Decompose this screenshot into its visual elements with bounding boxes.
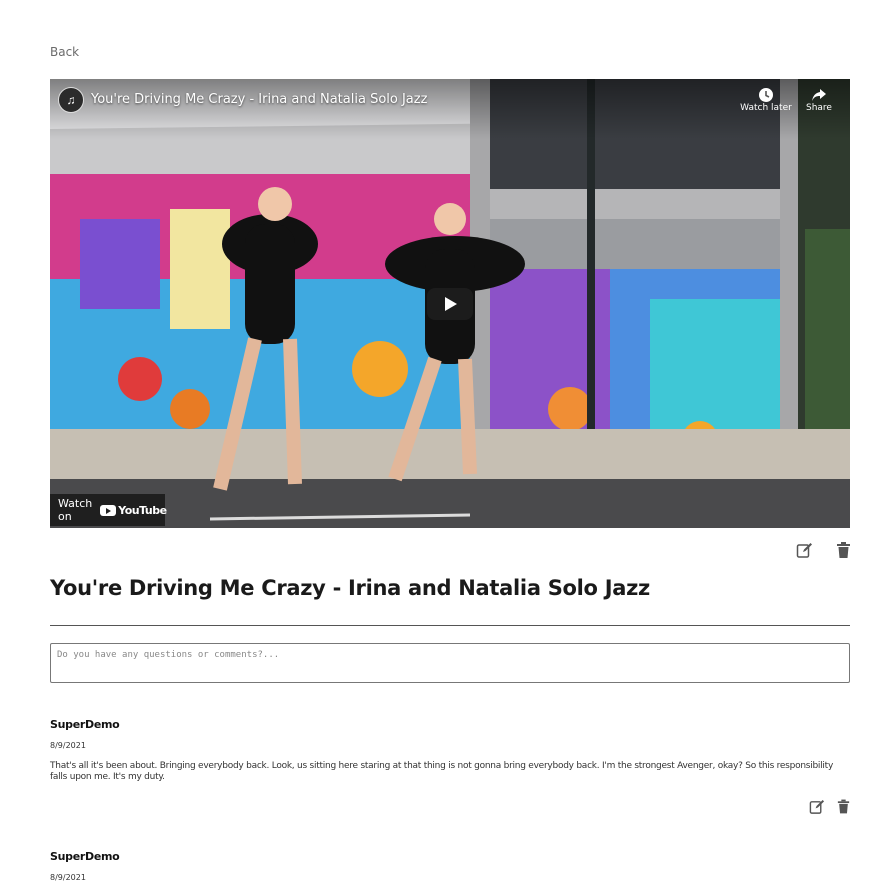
comment-input[interactable]: [50, 643, 850, 683]
back-link[interactable]: Back: [50, 45, 79, 59]
share-button[interactable]: Share: [791, 87, 847, 113]
comment-trash-icon[interactable]: [837, 799, 850, 814]
comment-author: SuperDemo: [50, 850, 120, 863]
share-arrow-icon: [812, 89, 826, 101]
watch-later-label: Watch later: [740, 103, 792, 113]
youtube-logo: YouTube: [100, 503, 167, 517]
post-title: You're Driving Me Crazy - Irina and Nata…: [50, 576, 650, 600]
channel-logo[interactable]: ♫: [58, 87, 84, 113]
comment-text: That's all it's been about. Bringing eve…: [50, 761, 834, 782]
comment-date: 8/9/2021: [50, 741, 86, 750]
youtube-play-icon: [100, 504, 117, 516]
comment-edit-icon[interactable]: [809, 799, 825, 815]
video-embed-title[interactable]: You're Driving Me Crazy - Irina and Nata…: [91, 92, 427, 107]
share-label: Share: [806, 103, 832, 113]
comment-author: SuperDemo: [50, 718, 120, 731]
watch-later-button[interactable]: Watch later: [738, 87, 794, 113]
divider: [50, 625, 850, 626]
play-button[interactable]: [427, 288, 473, 320]
trash-icon[interactable]: [836, 542, 851, 558]
watch-on-label: Watch on: [58, 497, 93, 523]
watch-on-youtube-button[interactable]: Watch on YouTube: [50, 494, 167, 526]
clock-icon: [759, 88, 773, 102]
youtube-wordmark: YouTube: [118, 503, 167, 517]
edit-icon[interactable]: [796, 542, 813, 559]
video-embed[interactable]: ♫ You're Driving Me Crazy - Irina and Na…: [50, 79, 850, 528]
comment-date: 8/9/2021: [50, 873, 86, 882]
